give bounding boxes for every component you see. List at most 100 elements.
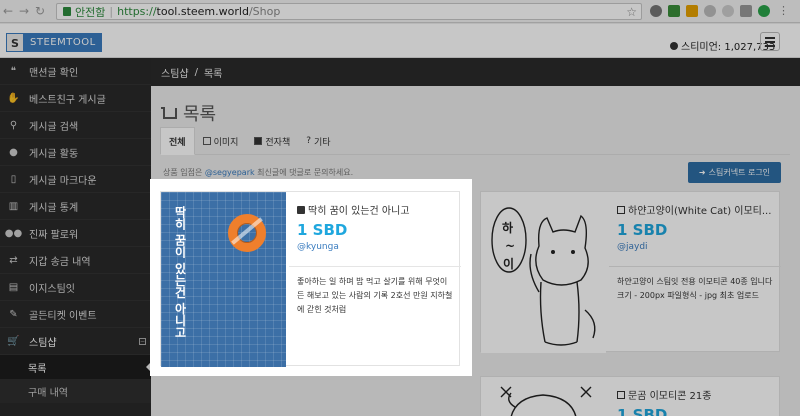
question-icon: ? [306, 136, 312, 146]
product-card[interactable]: 하 ~ 이 하얀고양이(White Cat) 이모티... 1 SBD @jay… [480, 191, 781, 353]
sidebar-item-search[interactable]: ⚲ 게시글 검색 [0, 112, 151, 139]
file-icon: ▯ [10, 173, 17, 185]
sidebar-item-label: 이지스팀잇 [29, 283, 75, 295]
sidebar-subitem-list[interactable]: 목록 [0, 355, 151, 379]
product-title-text: 하얀고양이(White Cat) 이모티... [628, 206, 772, 217]
product-info: 문곰 이모티콘 21종 1 SBD [617, 387, 777, 416]
extension-icon[interactable] [650, 5, 662, 17]
sidebar-item-shop[interactable]: 🛒 스팀샵 − [0, 328, 151, 355]
product-title-text: 문곰 이모티콘 21종 [628, 391, 712, 402]
sidebar-item-followers[interactable]: ●● 진짜 팔로워 [0, 220, 151, 247]
bookmark-star-icon[interactable]: ☆ [626, 5, 637, 19]
breadcrumb-current: 목록 [203, 68, 223, 80]
tab-label: 기타 [314, 137, 331, 148]
submission-info: 상품 입점은 @segyepark 최신글에 댓글로 문의하세요. [163, 167, 353, 178]
logo-letter: S [6, 33, 24, 52]
extension-icon[interactable] [758, 5, 770, 17]
cover-title: 딱히 꿈이 있는건 아니고 [173, 206, 187, 339]
thumbs-up-icon: ✋ [7, 92, 20, 104]
product-title-text: 딱히 꿈이 있는건 아니고 [308, 206, 410, 217]
image-icon [617, 390, 625, 399]
site-header: S STEEMTOOL 스티미언: 1,027,733 [0, 24, 800, 58]
extension-icon[interactable] [704, 5, 716, 17]
tab-all[interactable]: 전체 [160, 127, 195, 155]
product-description: 좋아하는 일 하며 밥 먹고 살기를 위해 무엇이든 해보고 있는 사람의 기록… [289, 266, 461, 325]
address-bar[interactable]: 안전함 | https://tool.steem.world/Shop ☆ [56, 3, 642, 20]
sidebar-item-easysteemit[interactable]: ▤ 이지스팀잇 [0, 274, 151, 301]
quote-icon: ❝ [10, 65, 17, 77]
sidebar-item-golden-ticket[interactable]: ✎ 골든티켓 이벤트 [0, 301, 151, 328]
sidebar-item-label: 게시글 검색 [29, 121, 79, 133]
logo[interactable]: S STEEMTOOL [6, 33, 102, 52]
tab-ebooks[interactable]: 전자책 [246, 127, 298, 155]
sidebar-item-label: 골든티켓 이벤트 [29, 310, 97, 322]
secure-label: 안전함 [75, 5, 106, 19]
product-card[interactable]: 문곰 이모티콘 21종 1 SBD [480, 376, 780, 416]
tab-label: 전체 [169, 137, 186, 148]
sidebar-item-best-friends[interactable]: ✋ 베스트친구 게시글 [0, 85, 151, 112]
extension-icon[interactable] [668, 5, 680, 17]
image-icon [617, 205, 625, 214]
url-host: tool.steem.world [156, 5, 249, 18]
product-info: 하얀고양이(White Cat) 이모티... 1 SBD @jaydi [617, 202, 777, 252]
tab-label: 이미지 [213, 137, 239, 148]
sidebar-item-activity[interactable]: ● 게시글 활동 [0, 139, 151, 166]
product-image: 하 ~ 이 [481, 192, 606, 353]
product-card-highlighted[interactable]: 딱히 꿈이 있는건 아니고 딱히 꿈이 있는건 아니고 1 SBD @kyung… [160, 191, 461, 367]
user-icon [670, 41, 678, 50]
sidebar-item-label: 스팀샵 [29, 337, 57, 349]
image-icon [202, 137, 211, 145]
page-title: 목록 [161, 100, 217, 126]
reload-icon[interactable]: ↻ [32, 4, 48, 18]
sidebar-item-label: 게시글 마크다운 [29, 175, 97, 187]
document-icon: ▤ [8, 281, 19, 293]
product-info: 딱히 꿈이 있는건 아니고 1 SBD @kyunga [297, 202, 452, 252]
url-path: /Shop [248, 5, 281, 18]
info-prefix: 상품 입점은 [163, 168, 205, 177]
product-price: 1 SBD [297, 221, 348, 239]
logo-text: STEEMTOOL [30, 37, 96, 48]
sidebar-item-mentions[interactable]: ❝ 맨션글 확인 [0, 58, 151, 85]
tab-images[interactable]: 이미지 [195, 127, 247, 155]
product-image [481, 377, 606, 416]
url-separator: | [109, 5, 114, 18]
sidebar-item-markdown[interactable]: ▯ 게시글 마크다운 [0, 166, 151, 193]
product-description: 하얀고양이 스팀잇 전용 이모티콘 40종 입니다 크기 - 200px 파일형… [609, 266, 781, 311]
lock-icon [63, 7, 71, 16]
speech-text-1: 하 [502, 220, 513, 235]
breadcrumb-parent[interactable]: 스팀샵 [161, 65, 189, 80]
product-price: 1 SBD [617, 406, 668, 416]
tab-other[interactable]: ? 기타 [298, 127, 338, 155]
steemconnect-login-button[interactable]: ➜ 스팀커넥트 로그인 [688, 162, 781, 183]
sidebar-item-label: 맨션글 확인 [29, 67, 79, 79]
product-title[interactable]: 딱히 꿈이 있는건 아니고 [297, 202, 452, 217]
tab-bar: 전체 이미지 전자책 ? 기타 [160, 127, 790, 155]
book-icon [297, 205, 305, 214]
comments-icon: ● [9, 146, 18, 158]
book-icon [254, 137, 263, 145]
sidebar-item-label: 진짜 팔로워 [29, 229, 79, 241]
menu-toggle-button[interactable] [760, 32, 780, 51]
back-icon[interactable]: ← [0, 4, 16, 18]
product-title[interactable]: 문곰 이모티콘 21종 [617, 387, 777, 402]
sidebar-item-stats[interactable]: ▥ 게시글 통계 [0, 193, 151, 220]
product-author[interactable]: @jaydi [617, 242, 777, 252]
sidebar-item-wallet[interactable]: ⇄ 지갑 송금 내역 [0, 247, 151, 274]
more-icon[interactable]: ⋮ [778, 5, 790, 17]
sidebar: ❝ 맨션글 확인 ✋ 베스트친구 게시글 ⚲ 게시글 검색 ● 게시글 활동 ▯ 게시글 … [0, 58, 151, 416]
sidebar-item-label: 베스트친구 게시글 [29, 94, 106, 106]
info-suffix: 최신글에 댓글로 문의하세요. [254, 168, 354, 177]
page-title-text: 목록 [183, 104, 217, 125]
product-author[interactable]: @kyunga [297, 242, 452, 252]
login-icon: ➜ [698, 168, 706, 177]
collapse-icon[interactable]: − [139, 337, 146, 345]
product-title[interactable]: 하얀고양이(White Cat) 이모티... [617, 202, 777, 217]
extension-icon[interactable] [722, 5, 734, 17]
sidebar-subitem-purchases[interactable]: 구매 내역 [0, 379, 151, 403]
info-mention-link[interactable]: @segyepark [205, 168, 255, 177]
extension-icon[interactable] [740, 5, 752, 17]
extension-icon[interactable] [686, 5, 698, 17]
users-icon: ●● [4, 227, 23, 239]
forward-icon[interactable]: → [16, 4, 32, 18]
tab-label: 전자책 [265, 137, 291, 148]
